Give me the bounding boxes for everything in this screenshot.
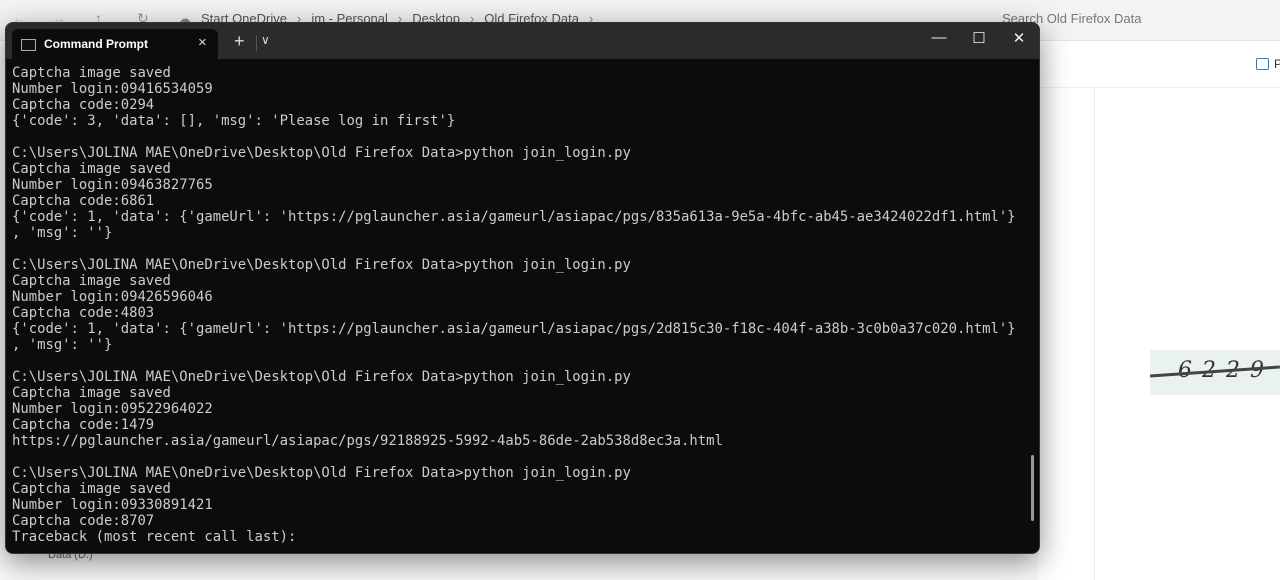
terminal-line: Number login:09330891421 (12, 497, 213, 513)
chevron-down-icon[interactable]: ∨ (261, 33, 270, 47)
terminal-line: Captcha code:6861 (12, 193, 155, 209)
terminal-line: C:\Users\JOLINA MAE\OneDrive\Desktop\Old… (12, 257, 631, 273)
title-bar[interactable]: Command Prompt × + ∨ — ☐ ✕ (6, 23, 1039, 59)
terminal-line: Captcha code:1479 (12, 417, 155, 433)
terminal-icon (21, 39, 36, 51)
close-window-button[interactable]: ✕ (1004, 29, 1034, 47)
terminal-line: Captcha image saved (12, 161, 171, 177)
divider (256, 35, 257, 51)
terminal-line: , 'msg': ''} (12, 225, 113, 241)
terminal-line: Traceback (most recent call last): (12, 529, 297, 545)
terminal-line: Number login:09522964022 (12, 401, 213, 417)
command-prompt-window: Command Prompt × + ∨ — ☐ ✕ Captcha image… (5, 22, 1040, 554)
tab-title: Command Prompt (44, 37, 149, 51)
terminal-output[interactable]: Captcha image saved Number login:09416534… (12, 65, 1016, 545)
explorer-content: P (1038, 41, 1280, 580)
terminal-line: https://pglauncher.asia/gameurl/asiapac/… (12, 433, 723, 449)
captcha-image: 6229 (1150, 350, 1280, 395)
terminal-line: Captcha image saved (12, 385, 171, 401)
terminal-line: {'code': 1, 'data': {'gameUrl': 'https:/… (12, 321, 1016, 337)
preview-pane-icon[interactable] (1256, 58, 1269, 70)
preview-button-label[interactable]: P (1274, 57, 1280, 71)
terminal-line: {'code': 1, 'data': {'gameUrl': 'https:/… (12, 209, 1016, 225)
terminal-line: Number login:09426596046 (12, 289, 213, 305)
terminal-line: C:\Users\JOLINA MAE\OneDrive\Desktop\Old… (12, 145, 631, 161)
terminal-line: C:\Users\JOLINA MAE\OneDrive\Desktop\Old… (12, 369, 631, 385)
terminal-line: Captcha image saved (12, 481, 171, 497)
new-tab-button[interactable]: + (234, 31, 245, 52)
terminal-line: Number login:09416534059 (12, 81, 213, 97)
terminal-line: Captcha code:4803 (12, 305, 155, 321)
terminal-line: , 'msg': ''} (12, 337, 113, 353)
maximize-button[interactable]: ☐ (964, 29, 994, 47)
terminal-line: Captcha code:8707 (12, 513, 155, 529)
scrollbar[interactable] (1031, 455, 1034, 521)
close-tab-icon[interactable]: × (198, 34, 207, 51)
terminal-line: C:\Users\JOLINA MAE\OneDrive\Desktop\Old… (12, 465, 631, 481)
terminal-line: Captcha image saved (12, 273, 171, 289)
terminal-line: Captcha image saved (12, 65, 171, 81)
minimize-button[interactable]: — (924, 29, 954, 46)
terminal-line: Number login:09463827765 (12, 177, 213, 193)
terminal-line: {'code': 3, 'data': [], 'msg': 'Please l… (12, 113, 456, 129)
explorer-toolbar: P (1038, 41, 1280, 88)
terminal-line: Captcha code:0294 (12, 97, 155, 113)
divider (1094, 87, 1095, 580)
tab-command-prompt[interactable]: Command Prompt × (12, 29, 218, 59)
nav-pane: Data (D:) (0, 549, 400, 580)
